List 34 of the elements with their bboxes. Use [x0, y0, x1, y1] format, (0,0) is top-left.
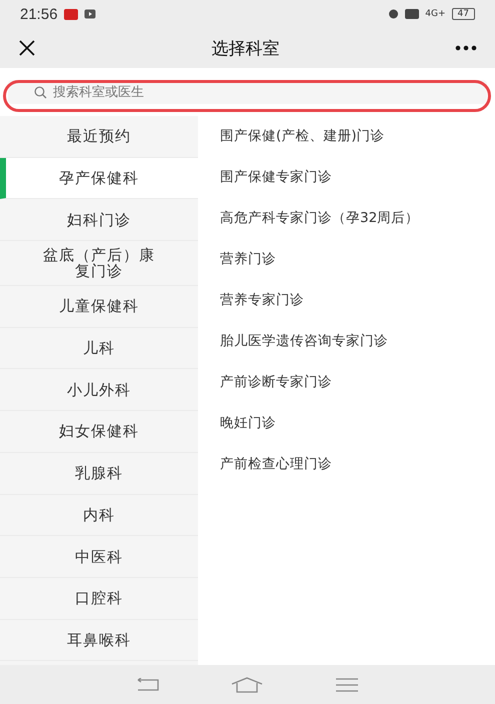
home-icon[interactable]: [231, 676, 264, 692]
clinic-item[interactable]: 晚妊门诊: [220, 411, 435, 452]
clinic-item[interactable]: 围产保健(产检、建册)门诊: [220, 124, 435, 165]
clinic-item[interactable]: 产前检查心理门诊: [220, 452, 435, 493]
clinic-item[interactable]: 产前诊断专家门诊: [220, 370, 435, 411]
department-item[interactable]: 乳腺科: [0, 452, 198, 494]
department-item[interactable]: 妇科门诊: [0, 199, 198, 242]
video-icon: [84, 9, 96, 19]
clinic-item[interactable]: 胎儿医学遗传咨询专家门诊: [220, 329, 435, 370]
clinic-item[interactable]: 围产保健专家门诊: [220, 165, 435, 206]
close-icon[interactable]: [18, 39, 36, 57]
search-icon: [34, 86, 47, 99]
clinic-item[interactable]: 营养专家门诊: [220, 288, 435, 329]
department-item[interactable]: 盆底（产后）康复门诊: [0, 241, 198, 286]
app-badge-icon: [64, 8, 78, 20]
department-item[interactable]: 内科: [0, 494, 198, 536]
department-item[interactable]: 耳鼻喉科: [0, 620, 198, 662]
back-icon[interactable]: [136, 678, 160, 692]
clinic-item[interactable]: 高危产科专家门诊（孕32周后）: [220, 206, 435, 247]
department-item[interactable]: 儿童保健科: [0, 286, 198, 328]
battery-level: 47: [452, 8, 475, 20]
department-item[interactable]: 中医科: [0, 536, 198, 578]
clinic-item[interactable]: 营养门诊: [220, 247, 435, 288]
department-item[interactable]: 孕产保健科: [0, 158, 198, 200]
status-time: 21:56: [20, 6, 58, 22]
department-item[interactable]: 口腔科: [0, 578, 198, 620]
search-field[interactable]: 搜索科室或医生: [8, 80, 487, 104]
menu-icon[interactable]: [335, 678, 360, 692]
department-item[interactable]: 儿科: [0, 328, 198, 370]
department-item[interactable]: 小儿外科: [0, 369, 198, 412]
more-icon[interactable]: [455, 45, 477, 51]
department-item[interactable]: 妇女保健科: [0, 411, 198, 453]
page-title: 选择科室: [210, 38, 280, 60]
network-label: 4G+: [425, 9, 446, 19]
